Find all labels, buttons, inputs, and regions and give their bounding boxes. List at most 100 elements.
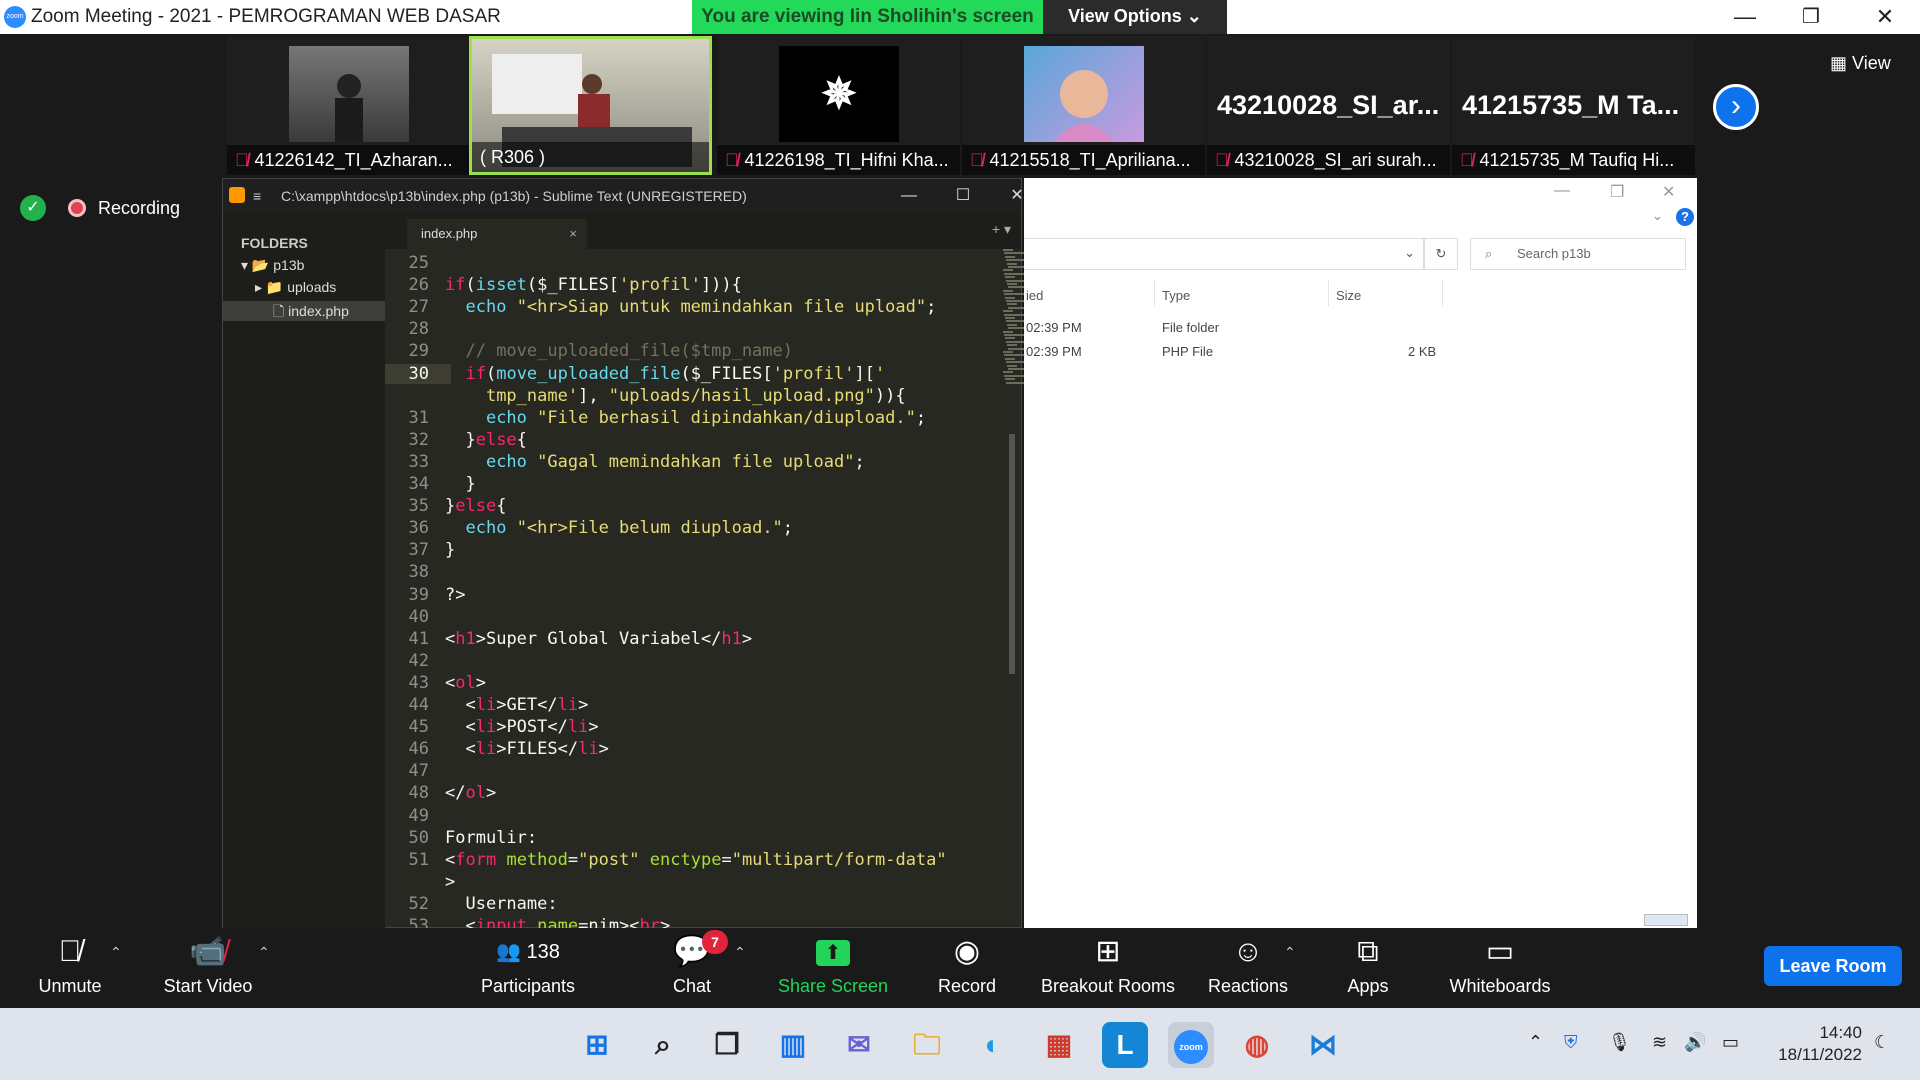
participants-button[interactable]: 👥 138 Participants [470, 928, 586, 1008]
code-line[interactable]: <h1>Super Global Variabel</h1> [445, 629, 752, 649]
column-size[interactable]: Size [1336, 288, 1361, 303]
ribbon-expand-icon[interactable]: ⌄ [1652, 208, 1663, 224]
help-icon[interactable]: ? [1676, 208, 1694, 226]
code-line[interactable]: tmp_name'], "uploads/hasil_upload.png"))… [445, 386, 906, 406]
video-options-caret-icon[interactable]: ⌃ [258, 944, 270, 961]
sublime-minimize-button[interactable]: — [889, 179, 929, 213]
participant-tile[interactable]: 🎙̸ 41226142_TI_Azharan... [227, 36, 470, 175]
column-divider[interactable] [1154, 280, 1155, 306]
row-size[interactable]: 2 KB [1408, 344, 1436, 359]
participant-tile-active[interactable]: ( R306 ) [469, 36, 712, 175]
code-line[interactable]: if(move_uploaded_file($_FILES['profil'][… [445, 364, 885, 384]
code-line[interactable]: }else{ [445, 430, 526, 450]
unmute-button[interactable]: 🎙̸ Unmute [22, 928, 118, 1008]
chat-options-caret-icon[interactable]: ⌃ [734, 944, 746, 961]
editor-scrollbar[interactable] [1009, 434, 1015, 674]
battery-icon[interactable]: ▭ [1722, 1032, 1739, 1053]
store-icon[interactable]: ▦ [1036, 1022, 1082, 1068]
tray-overflow-icon[interactable]: ⌃ [1528, 1032, 1543, 1053]
explorer-restore-button[interactable]: ❐ [1610, 182, 1624, 202]
audio-options-caret-icon[interactable]: ⌃ [110, 944, 122, 961]
reactions-caret-icon[interactable]: ⌃ [1284, 944, 1296, 961]
participant-tile[interactable]: 43210028_SI_ar... 🎙̸ 43210028_SI_ari sura… [1207, 36, 1450, 175]
record-button[interactable]: ◉ Record [920, 928, 1014, 1008]
code-line[interactable]: > [445, 872, 455, 892]
row-type[interactable]: PHP File [1162, 344, 1213, 359]
code-line[interactable]: if(isset($_FILES['profil'])){ [445, 275, 742, 295]
code-line[interactable]: Formulir: [445, 828, 537, 848]
code-line[interactable]: </ol> [445, 783, 496, 803]
zoom-app-icon[interactable]: zoom [1168, 1022, 1214, 1068]
participant-tile[interactable]: 41215735_M Ta... 🎙̸ 41215735_M Taufiq Hi.… [1452, 36, 1695, 175]
system-clock[interactable]: 14:40 18/11/2022 [1766, 1022, 1862, 1066]
participant-tile[interactable]: 🎙̸ 41215518_TI_Apriliana... [962, 36, 1205, 175]
view-options-button[interactable]: View Options ⌄ [1043, 0, 1227, 34]
next-page-arrow-icon[interactable]: › [1713, 84, 1759, 130]
sublime-maximize-button[interactable]: ☐ [943, 179, 983, 213]
refresh-icon[interactable]: ↻ [1424, 238, 1458, 270]
code-line[interactable]: echo "File berhasil dipindahkan/diupload… [445, 408, 926, 428]
share-screen-button[interactable]: ⬆ Share Screen [772, 928, 894, 1008]
l-app-icon[interactable]: L [1102, 1022, 1148, 1068]
folder-item-uploads[interactable]: ▸ 📁 uploads [255, 279, 336, 299]
wifi-icon[interactable]: ≋ [1652, 1032, 1667, 1053]
reactions-button[interactable]: ☺ Reactions [1200, 928, 1296, 1008]
start-video-button[interactable]: 📹̸ Start Video [150, 928, 266, 1008]
code-line[interactable]: <li>POST</li> [445, 717, 598, 737]
breakout-rooms-button[interactable]: ⊞ Breakout Rooms [1036, 928, 1180, 1008]
vscode-icon[interactable]: ⋈ [1300, 1022, 1346, 1068]
code-line[interactable]: <ol> [445, 673, 486, 693]
explorer-close-button[interactable]: ✕ [1662, 182, 1675, 202]
hamburger-menu-icon[interactable]: ≡ [253, 179, 261, 213]
code-editor[interactable]: 25 26 if(isset($_FILES['profil'])){27 echo… [385, 249, 1003, 929]
tab-close-icon[interactable]: × [569, 219, 577, 249]
apps-button[interactable]: ⧉ Apps [1330, 928, 1406, 1008]
view-layout-button[interactable]: ▦ View [1830, 48, 1916, 78]
start-icon[interactable]: ⊞ [574, 1022, 620, 1068]
code-line[interactable]: } [445, 540, 455, 560]
column-date-modified[interactable]: ied [1026, 288, 1043, 303]
code-line[interactable]: <li>GET</li> [445, 695, 588, 715]
leave-room-button[interactable]: Leave Room [1764, 946, 1902, 986]
file-explorer-icon[interactable]: 🗀 [904, 1022, 950, 1068]
address-bar[interactable]: ⌄ [1024, 238, 1424, 270]
code-line[interactable]: <li>FILES</li> [445, 739, 608, 759]
teams-chat-icon[interactable]: ✉ [836, 1022, 882, 1068]
tab-add-icon[interactable]: + ▾ [992, 221, 1011, 238]
notifications-moon-icon[interactable]: ☾ [1874, 1032, 1890, 1053]
folder-item-p13b[interactable]: ▾ 📂 p13b [241, 257, 304, 277]
volume-icon[interactable]: 🔊 [1684, 1032, 1706, 1053]
task-view-icon[interactable]: ❐ [704, 1022, 750, 1068]
column-divider[interactable] [1442, 280, 1443, 306]
code-line[interactable]: // move_uploaded_file($tmp_name) [445, 341, 793, 361]
column-divider[interactable] [1328, 280, 1329, 306]
code-line[interactable]: }else{ [445, 496, 506, 516]
code-line[interactable]: echo "<hr>Siap untuk memindahkan file up… [445, 297, 936, 317]
code-line[interactable]: echo "Gagal memindahkan file upload"; [445, 452, 865, 472]
row-modified[interactable]: 02:39 PM [1026, 320, 1082, 335]
widgets-icon[interactable]: ▥ [770, 1022, 816, 1068]
column-type[interactable]: Type [1162, 288, 1190, 303]
code-line[interactable]: echo "<hr>File belum diupload."; [445, 518, 793, 538]
file-item-index[interactable]: 🗋 index.php [223, 301, 385, 321]
microphone-icon[interactable]: 🎙 [1608, 1032, 1631, 1053]
search-input[interactable]: ⌕ Search p13b [1470, 238, 1686, 270]
code-line[interactable]: } [445, 474, 475, 494]
code-line[interactable]: ?> [445, 585, 465, 605]
whiteboards-button[interactable]: ▭ Whiteboards [1440, 928, 1560, 1008]
defender-shield-icon[interactable]: ⛨ [1564, 1032, 1578, 1053]
code-line[interactable]: Username: [445, 894, 557, 914]
edge-icon[interactable]: ◐ [970, 1022, 1016, 1068]
close-button[interactable]: ✕ [1860, 2, 1910, 32]
participant-tile[interactable]: ✵ 🎙̸ 41226198_TI_Hifni Kha... [717, 36, 960, 175]
code-line[interactable]: <form method="post" enctype="multipart/f… [445, 850, 947, 870]
minimize-button[interactable]: — [1720, 2, 1770, 32]
chrome-icon[interactable]: ◍ [1234, 1022, 1280, 1068]
chevron-down-icon[interactable]: ⌄ [1404, 245, 1415, 261]
row-modified[interactable]: 02:39 PM [1026, 344, 1082, 359]
search-icon[interactable]: ⌕ [640, 1022, 686, 1068]
view-toggle-icon[interactable] [1644, 914, 1688, 926]
row-type[interactable]: File folder [1162, 320, 1219, 335]
restore-button[interactable]: ❐ [1786, 2, 1836, 32]
explorer-minimize-button[interactable]: — [1554, 182, 1570, 200]
